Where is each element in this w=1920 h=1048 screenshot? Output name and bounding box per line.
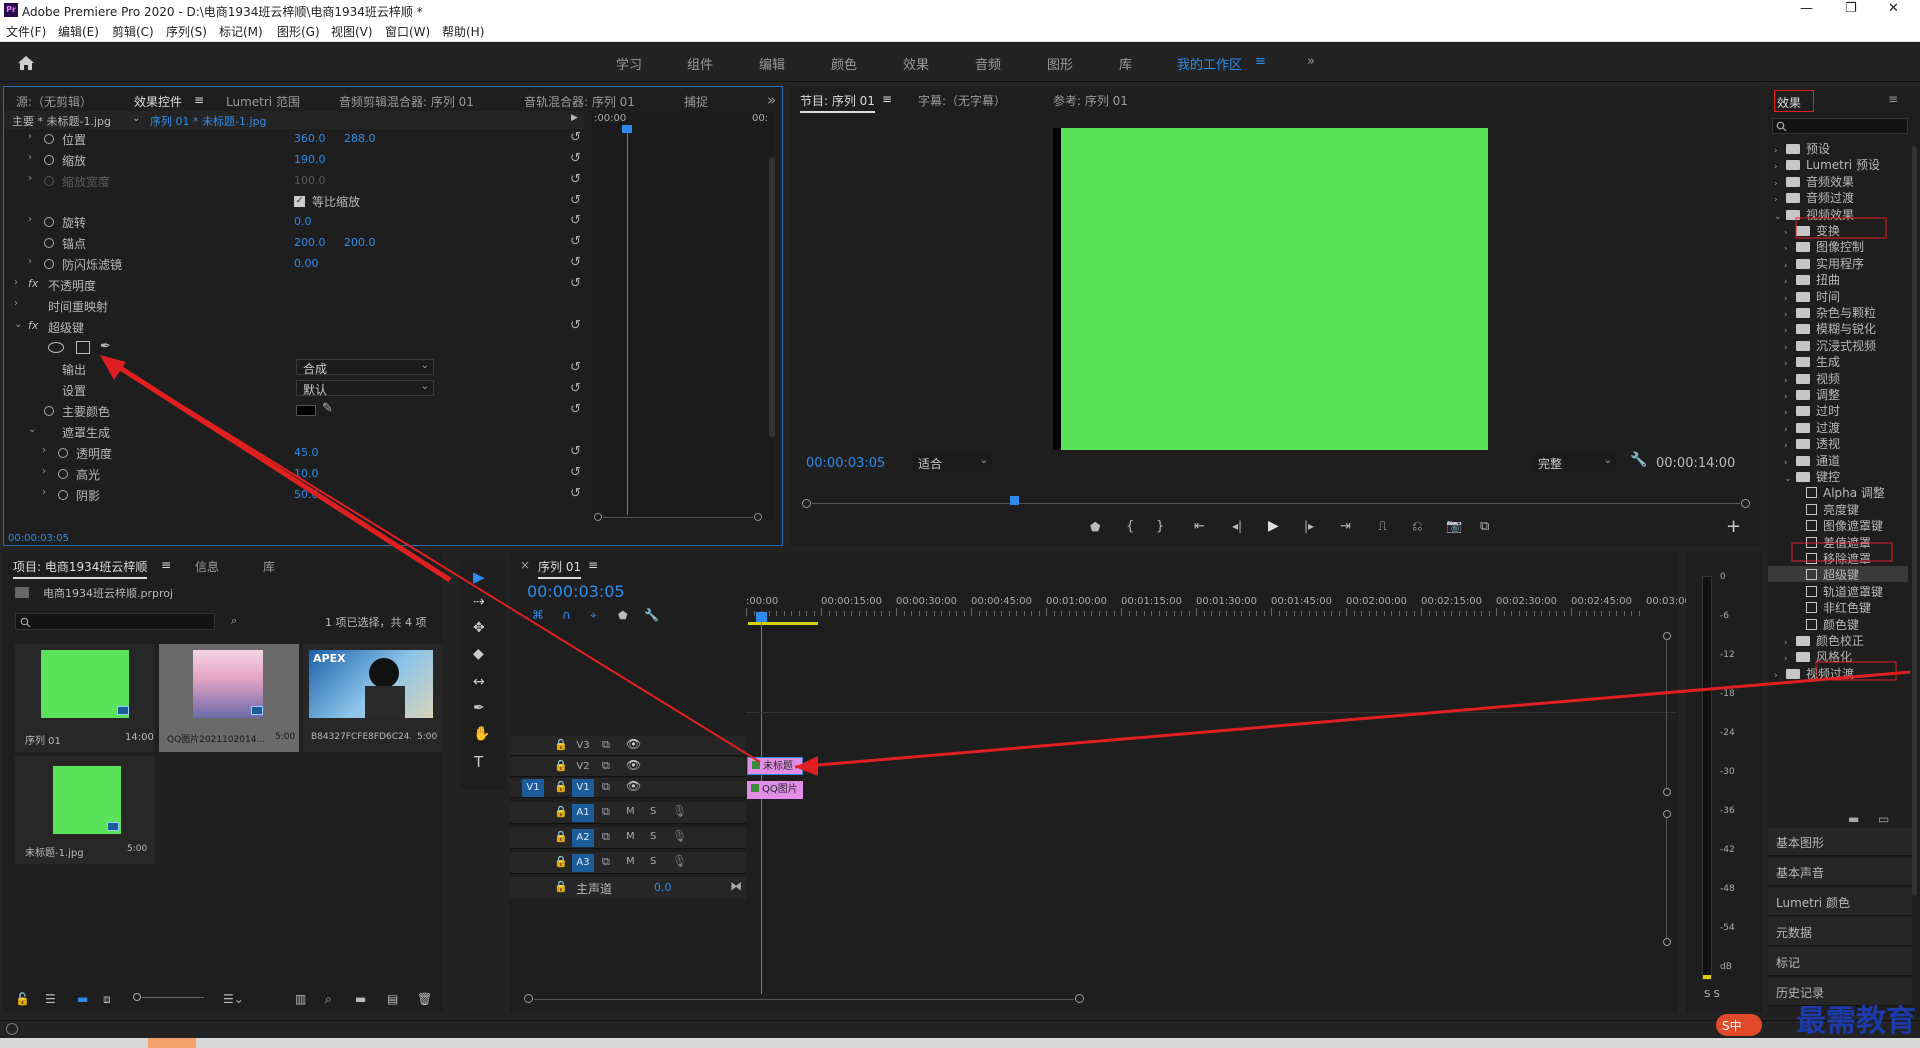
annotation-box-keying (1791, 542, 1893, 562)
annotation-arrow-head (795, 756, 818, 776)
annotation-box-video-effects (1795, 217, 1887, 239)
annotation-arrow-line-3 (106, 357, 452, 583)
annotation-arrow-line (794, 670, 1911, 769)
annotation-arrow-head-2 (100, 355, 126, 380)
annotation-overlay (100, 217, 1911, 776)
